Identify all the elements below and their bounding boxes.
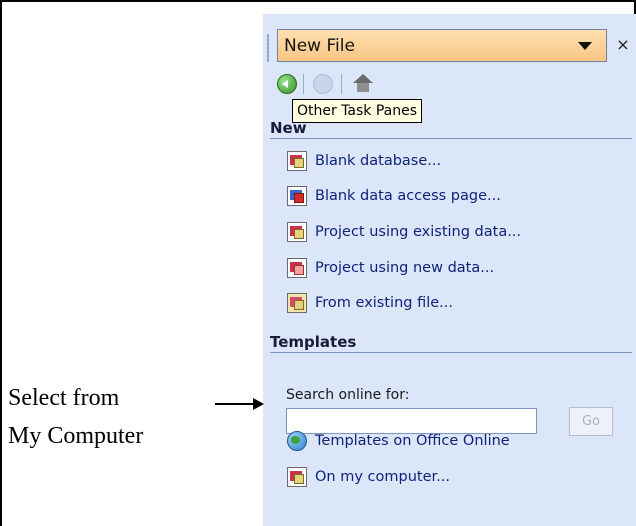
task-pane-title-dropdown[interactable]: New File: [277, 29, 607, 62]
section-divider: [270, 138, 632, 139]
project-existing-data-link[interactable]: Project using existing data...: [287, 219, 521, 245]
forward-icon[interactable]: [313, 74, 333, 94]
project-existing-data-icon: [287, 222, 307, 242]
annotation-line-2: My Computer: [8, 423, 144, 449]
section-divider: [270, 352, 632, 353]
link-label: Project using existing data...: [315, 224, 522, 240]
link-label: On my computer...: [315, 469, 450, 485]
chevron-down-icon: [578, 41, 592, 50]
annotation-arrow-line: [215, 403, 255, 405]
project-new-data-link[interactable]: Project using new data...: [287, 255, 494, 281]
from-existing-file-link[interactable]: From existing file...: [287, 290, 453, 316]
blank-database-link[interactable]: Blank database...: [287, 148, 441, 174]
section-heading-new: New: [270, 119, 307, 137]
link-label: From existing file...: [315, 295, 453, 311]
tooltip: Other Task Panes: [292, 99, 423, 123]
close-button[interactable]: ×: [614, 35, 632, 55]
annotation-line-1: Select from: [8, 385, 120, 411]
search-online-label: Search online for:: [286, 387, 410, 403]
blank-database-icon: [287, 151, 307, 171]
link-label: Blank data access page...: [315, 188, 501, 204]
task-pane: New File × Other Task Panes New Blank da…: [263, 14, 636, 526]
pane-grip-handle[interactable]: [267, 34, 269, 62]
task-pane-title: New File: [284, 35, 355, 56]
back-icon[interactable]: [277, 74, 297, 94]
project-new-data-icon: [287, 258, 307, 278]
arrow-right-icon: [253, 398, 264, 410]
toolbar-separator: [303, 74, 304, 94]
toolbar-separator: [341, 74, 342, 94]
globe-icon: [287, 431, 307, 451]
link-label: Templates on Office Online: [315, 433, 510, 449]
data-access-page-icon: [287, 186, 307, 206]
on-my-computer-link[interactable]: On my computer...: [287, 464, 450, 490]
link-label: Project using new data...: [315, 260, 495, 276]
existing-file-icon: [287, 293, 307, 313]
on-my-computer-icon: [287, 467, 307, 487]
go-button[interactable]: Go: [569, 407, 613, 436]
blank-data-access-page-link[interactable]: Blank data access page...: [287, 183, 501, 209]
templates-office-online-link[interactable]: Templates on Office Online: [287, 428, 510, 454]
home-icon[interactable]: [353, 74, 373, 92]
section-heading-templates: Templates: [270, 333, 357, 351]
task-pane-toolbar: [273, 70, 433, 100]
link-label: Blank database...: [315, 153, 442, 169]
